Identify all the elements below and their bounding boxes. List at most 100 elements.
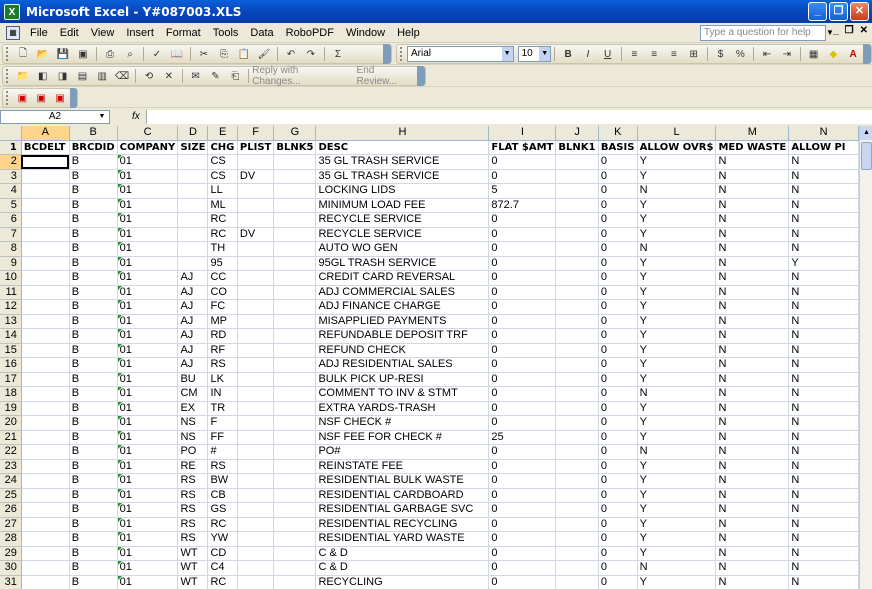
row-header[interactable]: 25 (0, 488, 22, 503)
cell-f14[interactable] (237, 328, 275, 344)
cell-c30[interactable]: 01 (117, 560, 179, 576)
cell-j30[interactable] (555, 560, 599, 576)
column-header-j[interactable]: J (555, 126, 599, 141)
cell-g27[interactable] (273, 517, 317, 532)
row-header[interactable]: 23 (0, 459, 22, 474)
cell-k5[interactable]: 0 (598, 198, 638, 213)
row-header[interactable]: 22 (0, 444, 22, 460)
fill-color-icon[interactable]: ◆ (825, 46, 841, 62)
cell-l6[interactable]: Y (637, 212, 717, 228)
cell-a11[interactable] (21, 285, 70, 300)
end-review-button[interactable]: End Review... (357, 65, 418, 87)
cell-d16[interactable]: AJ (177, 357, 209, 373)
cell-e25[interactable]: CB (207, 488, 238, 503)
cell-c28[interactable]: 01 (117, 531, 179, 547)
cell-h3[interactable]: 35 GL TRASH SERVICE (315, 169, 490, 184)
cell-b28[interactable]: B (69, 531, 118, 547)
cell-e2[interactable]: CS (207, 154, 238, 170)
cell-b29[interactable]: B (69, 546, 118, 561)
cell-c17[interactable]: 01 (117, 372, 179, 387)
cell-k1[interactable]: BASIS (598, 140, 638, 155)
cell-d24[interactable]: RS (177, 473, 209, 489)
cell-a19[interactable] (21, 401, 70, 416)
cell-g11[interactable] (273, 285, 317, 300)
cell-n15[interactable]: N (788, 343, 859, 358)
save-icon[interactable]: 💾 (55, 46, 71, 62)
cell-l19[interactable]: Y (637, 401, 717, 416)
cell-i21[interactable]: 25 (488, 430, 557, 445)
cell-l16[interactable]: Y (637, 357, 717, 373)
cell-c12[interactable]: 01 (117, 299, 179, 315)
cell-l18[interactable]: N (637, 386, 717, 402)
row-header[interactable]: 1 (0, 140, 22, 155)
cell-n13[interactable]: N (788, 314, 859, 329)
cell-h8[interactable]: AUTO WO GEN (315, 241, 490, 257)
cell-a24[interactable] (21, 473, 70, 489)
column-header-f[interactable]: F (237, 126, 275, 141)
print-icon[interactable]: ⎙ (102, 46, 118, 62)
cell-f21[interactable] (237, 430, 275, 445)
cell-l1[interactable]: ALLOW OVR$ (637, 140, 717, 155)
cell-j14[interactable] (555, 328, 599, 344)
cell-j3[interactable] (555, 169, 599, 184)
cell-h28[interactable]: RESIDENTIAL YARD WASTE (315, 531, 490, 547)
cell-c3[interactable]: 01 (117, 169, 179, 184)
cell-j21[interactable] (555, 430, 599, 445)
cell-i23[interactable]: 0 (488, 459, 557, 474)
cell-d18[interactable]: CM (177, 386, 209, 402)
column-header-b[interactable]: B (69, 126, 118, 141)
cell-g31[interactable] (273, 575, 317, 589)
row-header[interactable]: 20 (0, 415, 22, 431)
cell-j27[interactable] (555, 517, 599, 532)
cell-m31[interactable]: N (715, 575, 790, 589)
row-header[interactable]: 26 (0, 502, 22, 518)
cell-d29[interactable]: WT (177, 546, 209, 561)
toolbar-options-icon[interactable] (417, 66, 425, 86)
cell-l7[interactable]: Y (637, 227, 717, 242)
cell-l24[interactable]: Y (637, 473, 717, 489)
cell-n30[interactable]: N (788, 560, 859, 576)
select-all-corner[interactable] (0, 126, 22, 141)
cell-e17[interactable]: LK (207, 372, 238, 387)
row-header[interactable]: 15 (0, 343, 22, 358)
cell-c21[interactable]: 01 (117, 430, 179, 445)
spelling-icon[interactable]: ✓ (149, 46, 165, 62)
column-header-n[interactable]: N (788, 126, 859, 141)
cell-n9[interactable]: Y (788, 256, 859, 271)
cell-k10[interactable]: 0 (598, 270, 638, 286)
cell-j8[interactable] (555, 241, 599, 257)
excel-app-icon[interactable]: X (4, 3, 20, 20)
cell-j1[interactable]: BLNK1 (555, 140, 599, 155)
cell-b7[interactable]: B (69, 227, 118, 242)
cell-j10[interactable] (555, 270, 599, 286)
cell-j12[interactable] (555, 299, 599, 315)
cell-b23[interactable]: B (69, 459, 118, 474)
cell-f10[interactable] (237, 270, 275, 286)
cell-d4[interactable] (177, 183, 209, 199)
cell-j29[interactable] (555, 546, 599, 561)
cell-k15[interactable]: 0 (598, 343, 638, 358)
insert-function-icon[interactable]: fx (132, 110, 144, 124)
cell-k4[interactable]: 0 (598, 183, 638, 199)
cell-j2[interactable] (555, 154, 599, 170)
cell-c29[interactable]: 01 (117, 546, 179, 561)
cell-g25[interactable] (273, 488, 317, 503)
cell-j31[interactable] (555, 575, 599, 589)
cell-d23[interactable]: RE (177, 459, 209, 474)
send-icon[interactable]: ✉ (188, 68, 204, 84)
toolbar-grip[interactable] (6, 91, 10, 105)
cell-i30[interactable]: 0 (488, 560, 557, 576)
cell-a25[interactable] (21, 488, 70, 503)
cell-j15[interactable] (555, 343, 599, 358)
cell-c2[interactable]: 01 (117, 154, 179, 170)
cell-f5[interactable] (237, 198, 275, 213)
open-icon[interactable]: 📂 (35, 46, 51, 62)
cell-h29[interactable]: C & D (315, 546, 490, 561)
underline-icon[interactable]: U (600, 46, 616, 62)
cell-b18[interactable]: B (69, 386, 118, 402)
cell-a29[interactable] (21, 546, 70, 561)
cell-k19[interactable]: 0 (598, 401, 638, 416)
cell-c11[interactable]: 01 (117, 285, 179, 300)
cell-n12[interactable]: N (788, 299, 859, 315)
folder-icon[interactable]: 📁 (15, 68, 31, 84)
